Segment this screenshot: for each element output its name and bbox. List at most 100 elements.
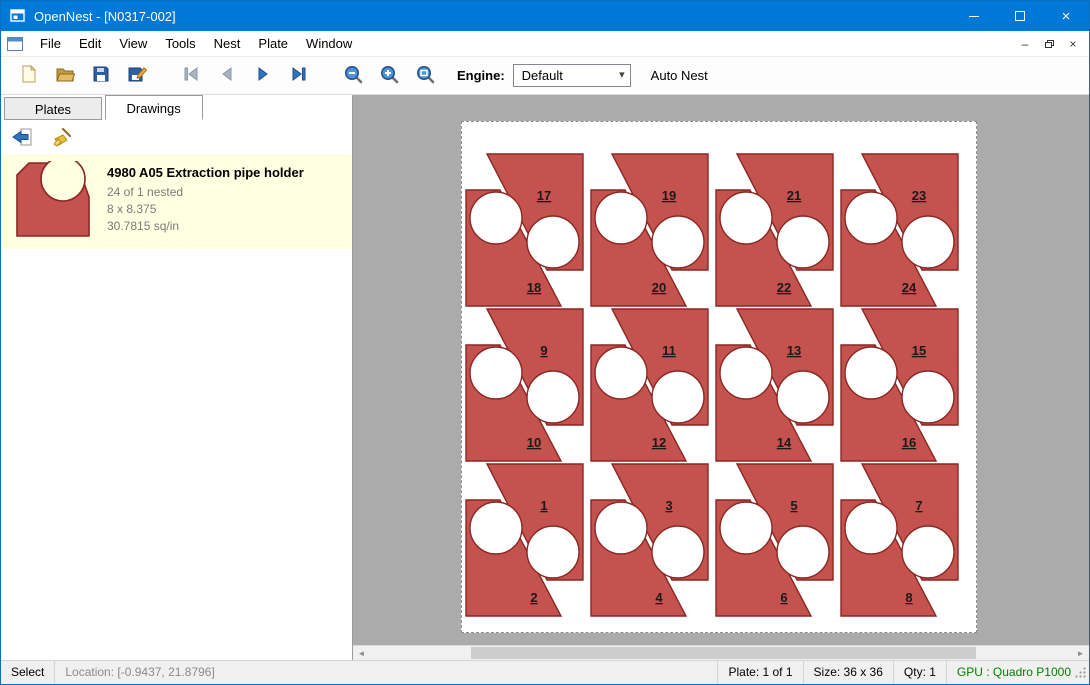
part-number-label: 1 xyxy=(540,498,547,513)
part-notch xyxy=(527,371,579,423)
quantity-status: Qty: 1 xyxy=(893,661,946,685)
menu-file[interactable]: File xyxy=(31,31,70,57)
part-number-label: 14 xyxy=(777,435,792,450)
engine-select[interactable]: Default ▾ xyxy=(513,64,631,87)
drawings-panel: 4980 A05 Extraction pipe holder 24 of 1 … xyxy=(1,119,352,660)
cursor-location-status: Location: [-0.9437, 21.8796] xyxy=(54,661,224,685)
nested-pair-3-4[interactable]: 34 xyxy=(591,464,708,616)
save-button[interactable] xyxy=(83,60,119,92)
nested-pair-5-6[interactable]: 56 xyxy=(716,464,833,616)
plate-sheet[interactable]: 171819202122232491011121314151612345678 xyxy=(461,121,977,633)
part-notch xyxy=(902,526,954,578)
close-button[interactable]: × xyxy=(1043,1,1089,31)
tab-drawings[interactable]: Drawings xyxy=(105,95,203,120)
part-number-label: 9 xyxy=(540,343,547,358)
scroll-left-icon[interactable]: ◄ xyxy=(353,646,370,660)
menu-plate[interactable]: Plate xyxy=(249,31,297,57)
menu-view[interactable]: View xyxy=(110,31,156,57)
app-window: OpenNest - [N0317-002] × File Edit View … xyxy=(0,0,1090,685)
part-notch xyxy=(777,371,829,423)
panel-tabstrip: Plates Drawings xyxy=(1,95,352,120)
left-panel: Plates Drawings xyxy=(1,95,353,660)
part-notch xyxy=(720,347,772,399)
mdi-restore-button[interactable] xyxy=(1039,34,1059,54)
save-as-button[interactable] xyxy=(119,60,155,92)
clear-drawings-button[interactable] xyxy=(47,123,77,151)
nested-pair-23-24[interactable]: 23 24 xyxy=(841,154,958,306)
menu-window[interactable]: Window xyxy=(297,31,361,57)
part-number-label: 17 xyxy=(537,188,551,203)
nested-pair-17-18[interactable]: 1718 xyxy=(466,154,583,306)
nested-pair-15-16[interactable]: 1516 xyxy=(841,309,958,461)
part-number-label: 23 xyxy=(912,188,926,203)
part-number-label: 8 xyxy=(905,590,912,605)
maximize-button[interactable] xyxy=(997,1,1043,31)
minimize-button[interactable] xyxy=(951,1,997,31)
nested-pair-1-2[interactable]: 12 xyxy=(466,464,583,616)
part-notch xyxy=(595,347,647,399)
zoom-fit-icon xyxy=(415,64,435,87)
part-notch xyxy=(720,192,772,244)
drawing-list-item[interactable]: 4980 A05 Extraction pipe holder 24 of 1 … xyxy=(1,154,352,249)
import-drawing-button[interactable] xyxy=(7,123,37,151)
zoom-in-icon xyxy=(379,64,399,87)
first-plate-button[interactable] xyxy=(173,60,209,92)
mdi-close-button[interactable]: × xyxy=(1063,34,1083,54)
open-button[interactable] xyxy=(47,60,83,92)
next-plate-button[interactable] xyxy=(245,60,281,92)
nested-pair-7-8[interactable]: 78 xyxy=(841,464,958,616)
part-number-label: 16 xyxy=(902,435,916,450)
part-number-label: 20 xyxy=(652,280,666,295)
part-notch xyxy=(470,192,522,244)
previous-plate-button[interactable] xyxy=(209,60,245,92)
part-number-label: 15 xyxy=(912,343,926,358)
document-window-icon[interactable] xyxy=(7,37,23,51)
gpu-status: GPU : Quadro P1000 xyxy=(946,661,1089,685)
horizontal-scrollbar[interactable]: ◄ ► xyxy=(353,645,1089,660)
save-floppy-icon xyxy=(91,64,111,87)
last-plate-button[interactable] xyxy=(281,60,317,92)
tab-plates[interactable]: Plates xyxy=(4,97,102,120)
zoom-out-button[interactable] xyxy=(335,60,371,92)
nested-pair-11-12[interactable]: 1112 xyxy=(591,309,708,461)
menu-edit[interactable]: Edit xyxy=(70,31,110,57)
resize-grip[interactable] xyxy=(1074,666,1087,682)
drawing-dimensions: 8 x 8.375 xyxy=(107,201,304,218)
menu-nest[interactable]: Nest xyxy=(205,31,250,57)
mdi-minimize-button[interactable]: – xyxy=(1015,34,1035,54)
new-button[interactable] xyxy=(11,60,47,92)
nested-pair-9-10[interactable]: 910 xyxy=(466,309,583,461)
nested-pair-19-20[interactable]: 1920 xyxy=(591,154,708,306)
part-notch xyxy=(527,216,579,268)
nest-canvas[interactable]: 171819202122232491011121314151612345678 … xyxy=(353,95,1089,660)
auto-nest-button[interactable]: Auto Nest xyxy=(645,64,714,87)
open-folder-icon xyxy=(55,64,75,87)
part-number-label: 13 xyxy=(787,343,801,358)
part-number-label: 24 xyxy=(902,280,917,295)
part-notch xyxy=(902,371,954,423)
scroll-right-icon[interactable]: ► xyxy=(1072,646,1089,660)
new-document-icon xyxy=(19,64,39,87)
part-notch xyxy=(845,347,897,399)
part-notch xyxy=(777,216,829,268)
main-toolbar: Engine: Default ▾ Auto Nest xyxy=(1,57,1089,95)
zoom-in-button[interactable] xyxy=(371,60,407,92)
plate-count-status: Plate: 1 of 1 xyxy=(717,661,802,685)
part-notch xyxy=(652,526,704,578)
part-notch xyxy=(902,216,954,268)
part-number-label: 12 xyxy=(652,435,666,450)
part-number-label: 3 xyxy=(665,498,672,513)
window-title: OpenNest - [N0317-002] xyxy=(34,9,176,24)
nested-pair-13-14[interactable]: 13 14 xyxy=(716,309,833,461)
part-number-label: 19 xyxy=(662,188,676,203)
scrollbar-thumb[interactable] xyxy=(471,647,976,659)
zoom-out-icon xyxy=(343,64,363,87)
zoom-fit-button[interactable] xyxy=(407,60,443,92)
part-notch xyxy=(595,192,647,244)
engine-label: Engine: xyxy=(457,68,505,83)
restore-icon xyxy=(1045,40,1054,48)
nested-pair-21-22[interactable]: 2122 xyxy=(716,154,833,306)
broom-icon xyxy=(51,127,73,147)
part-notch xyxy=(470,502,522,554)
menu-tools[interactable]: Tools xyxy=(156,31,204,57)
